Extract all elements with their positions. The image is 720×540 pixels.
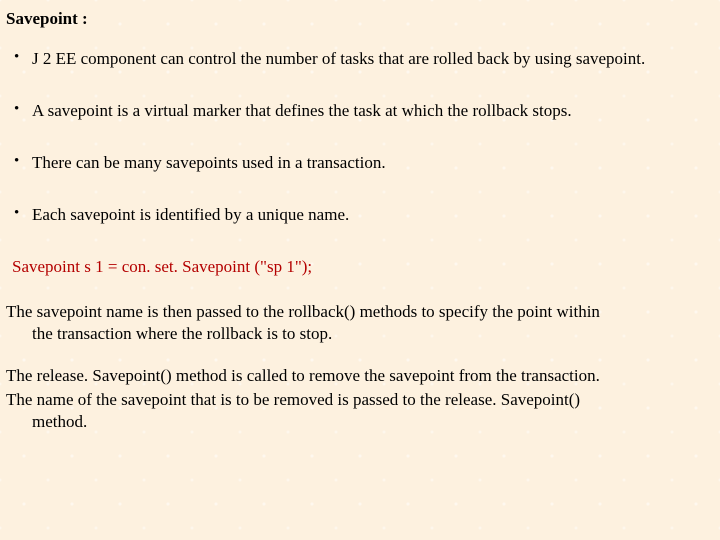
body-paragraph: The name of the savepoint that is to be … [6, 389, 710, 433]
list-item: Each savepoint is identified by a unique… [6, 204, 710, 226]
paragraph-line: method. [6, 411, 710, 433]
slide-heading: Savepoint : [6, 8, 710, 30]
bullet-list: J 2 EE component can control the number … [6, 48, 710, 226]
paragraph-line: The savepoint name is then passed to the… [6, 302, 600, 321]
body-paragraph: The savepoint name is then passed to the… [6, 301, 710, 345]
paragraph-line: the transaction where the rollback is to… [6, 323, 710, 345]
list-item: J 2 EE component can control the number … [6, 48, 710, 70]
list-item: There can be many savepoints used in a t… [6, 152, 710, 174]
paragraph-line: The name of the savepoint that is to be … [6, 390, 580, 409]
list-item: A savepoint is a virtual marker that def… [6, 100, 710, 122]
body-paragraph: The release. Savepoint() method is calle… [6, 365, 710, 387]
code-example: Savepoint s 1 = con. set. Savepoint ("sp… [12, 256, 710, 278]
